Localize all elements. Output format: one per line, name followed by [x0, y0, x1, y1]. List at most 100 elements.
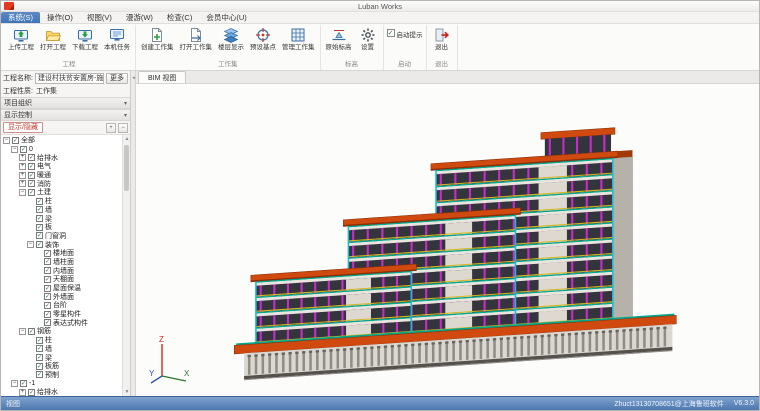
checkbox-checked-icon[interactable]: ✓ — [36, 206, 43, 213]
tree-item[interactable]: −✓全部 — [1, 136, 122, 145]
startup-tip-checkbox[interactable]: ✓启动提示 — [387, 25, 423, 39]
checkbox-checked-icon[interactable]: ✓ — [36, 337, 43, 344]
project-org-header[interactable]: 项目组织 ▾ — [1, 97, 130, 109]
menu-item[interactable]: 操作(O) — [40, 12, 80, 23]
checkbox-checked-icon[interactable]: ✓ — [44, 276, 51, 283]
download-project-button[interactable]: 下载工程 — [70, 25, 100, 51]
tree-item[interactable]: ✓梁 — [1, 214, 122, 223]
tree-item[interactable]: +✓消防 — [1, 179, 122, 188]
tree-item[interactable]: +✓给排水 — [1, 388, 122, 396]
project-name-combobox[interactable]: 建设村扶贫安置房-施工模型 ▼ — [35, 73, 104, 84]
tree-item[interactable]: ✓门窗洞 — [1, 232, 122, 241]
menu-item[interactable]: 漫游(W) — [119, 12, 160, 23]
checkbox-checked-icon[interactable]: ✓ — [44, 258, 51, 265]
checkbox-checked-icon[interactable]: ✓ — [36, 232, 43, 239]
settings-gear-button[interactable]: 设置 — [356, 25, 380, 51]
scroll-down-icon[interactable]: ▼ — [123, 389, 130, 395]
tree-item[interactable]: −✓钢筋 — [1, 327, 122, 336]
create-workset-button[interactable]: 创建工作集 — [139, 25, 176, 51]
checkbox-checked-icon[interactable]: ✓ — [36, 363, 43, 370]
collapse-node-icon[interactable]: − — [19, 328, 26, 335]
checkbox-checked-icon[interactable]: ✓ — [44, 302, 51, 309]
expand-node-icon[interactable]: + — [19, 389, 26, 396]
scroll-up-icon[interactable]: ▲ — [123, 136, 130, 142]
collapse-all-button[interactable]: − — [118, 123, 128, 133]
checkbox-checked-icon[interactable]: ✓ — [28, 189, 35, 196]
open-workset-button[interactable]: 打开工作集 — [178, 25, 215, 51]
checkbox-checked-icon[interactable]: ✓ — [44, 319, 51, 326]
chevron-icon: ▾ — [124, 112, 127, 119]
menu-item[interactable]: 检查(C) — [160, 12, 199, 23]
tab-bim-view[interactable]: BIM 视图 — [138, 71, 186, 83]
checkbox-checked-icon[interactable]: ✓ — [28, 389, 35, 396]
tree-item[interactable]: −✓-1 — [1, 379, 122, 388]
checkbox-checked-icon[interactable]: ✓ — [44, 311, 51, 318]
display-control-header[interactable]: 显示控制 ▾ — [1, 109, 130, 121]
checkbox-checked-icon[interactable]: ✓ — [36, 224, 43, 231]
tree-item[interactable]: ✓板筋 — [1, 362, 122, 371]
checkbox-checked-icon[interactable]: ✓ — [28, 172, 35, 179]
checkbox-checked-icon[interactable]: ✓ — [44, 250, 51, 257]
ribbon-group: 原始标高设置标高 — [321, 25, 384, 70]
checkbox-checked-icon[interactable]: ✓ — [36, 215, 43, 222]
checkbox-checked-icon[interactable]: ✓ — [28, 328, 35, 335]
checkbox-checked-icon[interactable]: ✓ — [36, 198, 43, 205]
model-canvas[interactable]: Z X Y — [136, 84, 759, 396]
collapse-node-icon[interactable]: − — [27, 241, 34, 248]
expand-node-icon[interactable]: + — [19, 154, 26, 161]
open-project-button[interactable]: 打开工程 — [38, 25, 68, 51]
local-tasks-button[interactable]: 本机任务 — [102, 25, 132, 51]
manage-workset-button[interactable]: 管理工作集 — [280, 25, 317, 51]
tree-item[interactable]: +✓电气 — [1, 162, 122, 171]
scrollbar-thumb[interactable] — [124, 145, 129, 191]
checkbox-checked-icon[interactable]: ✓ — [44, 285, 51, 292]
collapse-node-icon[interactable]: − — [3, 137, 10, 144]
tree-item[interactable]: ✓墙 — [1, 206, 122, 215]
show-hide-button[interactable]: 显示/隐藏 — [3, 122, 43, 133]
base-point-button[interactable]: 预设基点 — [248, 25, 278, 51]
checkbox-checked-icon[interactable]: ✓ — [20, 146, 27, 153]
upload-project-button[interactable]: 上传工程 — [6, 25, 36, 51]
expand-node-icon[interactable]: + — [19, 163, 26, 170]
view-tabbar: BIM 视图 — [136, 71, 759, 84]
checkbox-checked-icon[interactable]: ✓ — [28, 180, 35, 187]
expand-node-icon[interactable]: + — [19, 180, 26, 187]
tree-item[interactable]: −✓土建 — [1, 188, 122, 197]
checkbox-checked-icon[interactable]: ✓ — [36, 345, 43, 352]
checkbox-checked-icon[interactable]: ✓ — [36, 241, 43, 248]
checkbox-checked-icon[interactable]: ✓ — [36, 371, 43, 378]
checkbox-checked-icon[interactable]: ✓ — [28, 154, 35, 161]
tree-item[interactable]: ✓柱 — [1, 197, 122, 206]
tree-item[interactable]: ✓表达式构件 — [1, 318, 122, 327]
exit-button[interactable]: 退出 — [430, 25, 454, 51]
checkbox-checked-icon[interactable]: ✓ — [44, 293, 51, 300]
tree-item[interactable]: ✓梁 — [1, 353, 122, 362]
ribbon-button-label: 设置 — [361, 44, 374, 51]
menu-item[interactable]: 会员中心(U) — [199, 12, 253, 23]
tree-item[interactable]: ✓预制 — [1, 371, 122, 380]
floor-display-button[interactable]: 楼层显示 — [216, 25, 246, 51]
tree-item[interactable]: +✓给排水 — [1, 153, 122, 162]
collapse-node-icon[interactable]: − — [11, 146, 18, 153]
ribbon-button-label: 退出 — [435, 44, 448, 51]
collapse-node-icon[interactable]: − — [19, 189, 26, 196]
tree-scrollbar[interactable]: ▲ ▼ — [122, 135, 130, 396]
tree-item[interactable]: ✓墙 — [1, 345, 122, 354]
menu-item[interactable]: 视图(V) — [80, 12, 119, 23]
checkbox-checked-icon[interactable]: ✓ — [12, 137, 19, 144]
menu-item[interactable]: 系统(S) — [1, 12, 40, 23]
collapse-node-icon[interactable]: − — [11, 380, 18, 387]
display-tools-row: 显示/隐藏 + − — [1, 121, 130, 135]
checkbox-checked-icon[interactable]: ✓ — [20, 380, 27, 387]
elevation-button[interactable]: 原始标高 — [324, 25, 354, 51]
tree-item[interactable]: +✓暖通 — [1, 171, 122, 180]
checkbox-checked-icon[interactable]: ✓ — [28, 163, 35, 170]
checkbox-checked-icon[interactable]: ✓ — [36, 354, 43, 361]
more-button[interactable]: 更多 — [106, 73, 128, 84]
checkbox-checked-icon[interactable]: ✓ — [44, 267, 51, 274]
tree-item[interactable]: −✓0 — [1, 145, 122, 154]
expand-all-button[interactable]: + — [106, 123, 116, 133]
bim-model-svg[interactable] — [136, 84, 759, 396]
expand-node-icon[interactable]: + — [19, 172, 26, 179]
tree-item[interactable]: ✓柱 — [1, 336, 122, 345]
